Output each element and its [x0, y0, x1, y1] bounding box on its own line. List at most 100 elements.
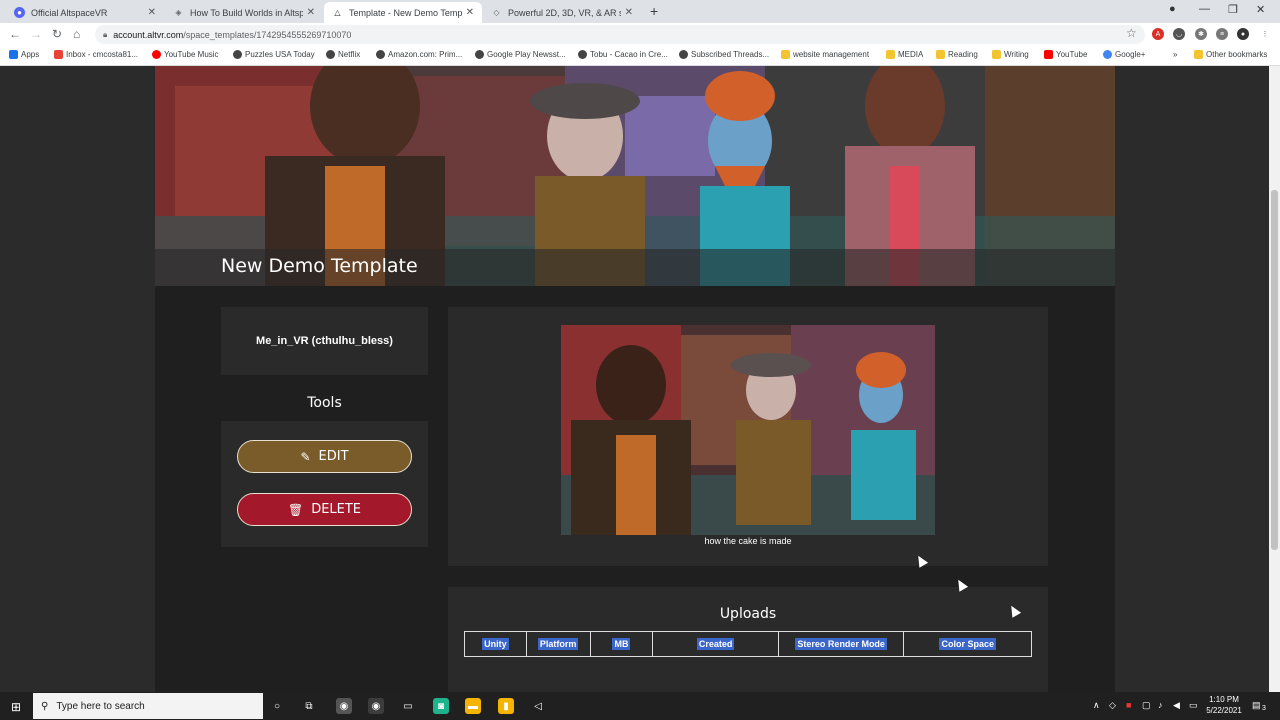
new-tab-button[interactable]: +	[650, 3, 658, 19]
other-bookmarks[interactable]: Other bookmarks	[1194, 50, 1267, 59]
taskbar-clock[interactable]: 1:10 PM 5/22/2021	[1203, 694, 1245, 716]
tray-chevron-icon[interactable]: ∧	[1093, 700, 1100, 711]
bookmark-puzzles[interactable]: Puzzles USA Today	[233, 50, 315, 59]
reading-list-icon[interactable]: ≡	[1216, 28, 1228, 40]
restore-icon[interactable]: ❐	[1228, 3, 1238, 16]
bookmark-folder-website-management[interactable]: website management	[781, 50, 869, 59]
obs-icon[interactable]: ◙	[433, 698, 449, 714]
edit-button[interactable]: ✎ EDIT	[237, 440, 412, 473]
uploads-panel: Uploads Unity Platform MB Created Stereo…	[448, 587, 1048, 692]
page-title: New Demo Template	[221, 255, 418, 277]
tab-how-to-build-worlds[interactable]: ◈ How To Build Worlds in Altspace ✕	[165, 2, 323, 23]
tab-official-altspacevr[interactable]: ● Official AltspaceVR ✕	[6, 2, 164, 23]
chrome-alt-icon[interactable]: ◉	[368, 698, 384, 714]
bookmark-youtube[interactable]: YouTube	[1044, 50, 1087, 59]
taskbar-time: 1:10 PM	[1209, 695, 1239, 704]
globe-icon	[326, 50, 335, 59]
search-icon: ⚲	[41, 700, 49, 712]
forward-arrow-icon[interactable]: →	[30, 27, 42, 41]
tab-title: How To Build Worlds in Altspace	[190, 7, 303, 18]
bookmark-netflix[interactable]: Netflix	[326, 50, 360, 59]
bookmark-amazon[interactable]: Amazon.com: Prim...	[376, 50, 462, 59]
unity-hub-icon[interactable]: ◁	[530, 698, 546, 714]
template-preview-image[interactable]	[561, 325, 935, 535]
close-tab-icon[interactable]: ✕	[625, 7, 633, 18]
sticky-note-icon[interactable]: ▮	[498, 698, 514, 714]
more-bookmarks-button[interactable]: »	[1173, 50, 1177, 59]
sticky-notes-icon[interactable]: ▭	[400, 698, 416, 714]
column-label: Color Space	[939, 638, 996, 650]
lock-icon: 🔒︎	[103, 29, 108, 39]
taskbar-date: 5/22/2021	[1206, 706, 1242, 715]
close-tab-icon[interactable]: ✕	[466, 7, 474, 18]
column-header-platform[interactable]: Platform	[527, 632, 591, 656]
avatar[interactable]: ●	[1237, 28, 1249, 40]
back-arrow-icon[interactable]: ←	[9, 27, 21, 41]
uploads-table-header: Unity Platform MB Created Stereo Render …	[464, 631, 1032, 657]
uploads-heading: Uploads	[719, 606, 777, 622]
tray-app-icon[interactable]: ◇	[1109, 700, 1116, 711]
bookmark-subscribed-threads[interactable]: Subscribed Threads...	[679, 50, 769, 59]
bookmark-google-play-newsstand[interactable]: Google Play Newsst...	[475, 50, 566, 59]
tray-mic-icon[interactable]: ♪	[1158, 700, 1163, 710]
preview-panel: how the cake is made	[448, 307, 1048, 566]
adblock-icon[interactable]: A	[1152, 28, 1164, 40]
tray-network-icon[interactable]: ▭	[1189, 700, 1198, 711]
cortana-icon[interactable]: ○	[269, 698, 285, 714]
minimize-icon[interactable]: —	[1199, 3, 1210, 15]
bookmarks-bar: Apps Inbox - cmcosta81... YouTube Music …	[0, 46, 1280, 66]
gmail-icon	[54, 50, 63, 59]
column-header-created[interactable]: Created	[653, 632, 779, 656]
column-label: Stereo Render Mode	[795, 638, 887, 650]
menu-kebab-icon[interactable]: ⋮	[1259, 28, 1271, 40]
globe-icon	[475, 50, 484, 59]
owner-name-card[interactable]: Me_in_VR (cthulhu_bless)	[221, 307, 428, 375]
hero-banner-image: New Demo Template	[155, 66, 1115, 286]
bookmark-label: Writing	[1004, 50, 1029, 59]
address-bar[interactable]: 🔒︎ account.altvr.com/space_templates/174…	[95, 25, 1145, 44]
bookmark-tobu[interactable]: Tobu - Cacao in Cre...	[578, 50, 668, 59]
delete-button-label: DELETE	[311, 502, 362, 517]
preview-scene-illustration	[561, 325, 935, 535]
youtube-music-icon	[152, 50, 161, 59]
bookmark-apps[interactable]: Apps	[9, 50, 39, 59]
reload-icon[interactable]: ↻	[52, 27, 62, 41]
taskbar-search-box[interactable]: ⚲ Type here to search	[33, 693, 263, 719]
profile-menu-icon[interactable]: ●	[1169, 3, 1176, 15]
column-header-unity[interactable]: Unity	[465, 632, 527, 656]
notification-center-icon[interactable]: ▤	[1252, 700, 1261, 711]
youtube-icon	[1044, 50, 1053, 59]
column-header-color-space[interactable]: Color Space	[904, 632, 1031, 656]
delete-button[interactable]: 🗑︎ DELETE	[237, 493, 412, 526]
home-icon[interactable]: ⌂	[73, 27, 80, 41]
bookmark-folder-media[interactable]: MEDIA	[886, 50, 923, 59]
bookmark-folder-writing[interactable]: Writing	[992, 50, 1029, 59]
close-tab-icon[interactable]: ✕	[148, 7, 156, 18]
bookmark-google-plus[interactable]: Google+	[1103, 50, 1145, 59]
task-view-icon[interactable]: ⧉	[301, 698, 317, 714]
file-explorer-icon[interactable]: ▬	[465, 698, 481, 714]
chrome-icon[interactable]: ◉	[336, 698, 352, 714]
globe-icon	[578, 50, 587, 59]
tray-device-icon[interactable]: ▢	[1142, 700, 1151, 711]
browser-tab-strip: ● Official AltspaceVR ✕ ◈ How To Build W…	[0, 0, 1280, 23]
bookmark-star-icon[interactable]: ☆	[1126, 26, 1137, 40]
close-tab-icon[interactable]: ✕	[307, 7, 315, 18]
pocket-icon[interactable]: ◡	[1173, 28, 1185, 40]
folder-icon	[992, 50, 1001, 59]
column-header-mb[interactable]: MB	[591, 632, 654, 656]
tab-powerful-2d-3d[interactable]: ◇ Powerful 2D, 3D, VR, & AR softw ✕	[483, 2, 641, 23]
tray-volume-icon[interactable]: ◀	[1173, 700, 1180, 711]
scrollbar-thumb[interactable]	[1271, 190, 1278, 550]
bookmark-folder-reading[interactable]: Reading	[936, 50, 978, 59]
google-plus-icon	[1103, 50, 1112, 59]
column-header-stereo-render-mode[interactable]: Stereo Render Mode	[779, 632, 905, 656]
bookmark-youtube-music[interactable]: YouTube Music	[152, 50, 219, 59]
tab-template-new-demo[interactable]: △ Template - New Demo Template ✕	[324, 2, 482, 23]
windows-start-icon[interactable]: ⊞	[11, 700, 21, 714]
bookmark-label: Google Play Newsst...	[487, 50, 566, 59]
close-window-icon[interactable]: ✕	[1256, 3, 1265, 16]
extensions-icon[interactable]: ✱	[1195, 28, 1207, 40]
tray-pdf-icon[interactable]: ■	[1126, 700, 1131, 710]
bookmark-inbox[interactable]: Inbox - cmcosta81...	[54, 50, 138, 59]
